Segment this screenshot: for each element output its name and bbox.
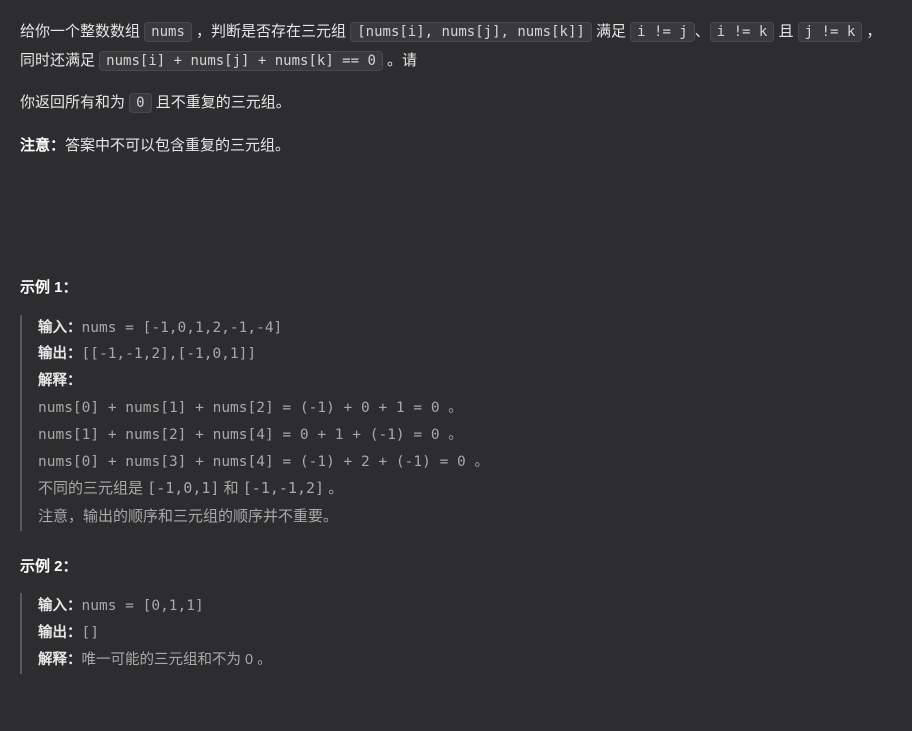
text-segment: 。 [324,480,343,497]
text-segment: 给你一个整数数组 [20,23,144,40]
inline-code: [nums[i], nums[j], nums[k]] [350,22,592,42]
explain-label: 解释： [38,373,82,389]
output-value: [] [82,625,99,641]
example-input-line: 输入：nums = [-1,0,1,2,-1,-4] [38,315,892,342]
problem-paragraph-1: 给你一个整数数组 nums ，判断是否存在三元组 [nums[i], nums[… [20,18,892,75]
spacer [20,174,892,254]
inline-mono: [-1,0,1] [147,479,219,497]
explain-note-2: 注意，输出的顺序和三元组的顺序并不重要。 [38,503,892,531]
example-1-block: 输入：nums = [-1,0,1,2,-1,-4] 输出：[[-1,-1,2]… [20,315,892,531]
text-segment: 、 [695,23,710,40]
text-segment: 。请 [383,52,417,69]
text-segment: 不同的三元组是 [38,480,147,497]
text-segment: ，判断是否存在三元组 [192,23,350,40]
output-value: [[-1,-1,2],[-1,0,1]] [82,346,257,362]
explain-row: nums[1] + nums[2] + nums[4] = 0 + 1 + (-… [38,422,892,449]
problem-paragraph-2: 你返回所有和为 0 且不重复的三元组。 [20,89,892,118]
inline-code: nums [144,22,192,42]
problem-note: 注意：答案中不可以包含重复的三元组。 [20,132,892,161]
example-2-title: 示例 2： [20,553,892,582]
inline-mono: [-1,-1,2] [243,479,324,497]
explain-text: 唯一可能的三元组和不为 0 。 [82,652,272,668]
explain-row: nums[0] + nums[3] + nums[4] = (-1) + 2 +… [38,449,892,476]
note-label: 注意： [20,137,65,154]
output-label: 输出： [38,346,82,362]
example-2-block: 输入：nums = [0,1,1] 输出：[] 解释：唯一可能的三元组和不为 0… [20,593,892,673]
example-output-line: 输出：[] [38,620,892,647]
text-segment: 且不重复的三元组。 [152,94,291,111]
example-explain-line: 解释：唯一可能的三元组和不为 0 。 [38,647,892,674]
input-label: 输入： [38,598,82,614]
inline-code: i != j [630,22,695,42]
input-label: 输入： [38,320,82,336]
explain-row: nums[0] + nums[1] + nums[2] = (-1) + 0 +… [38,395,892,422]
explain-label: 解释： [38,652,82,668]
example-1-title: 示例 1： [20,274,892,303]
input-value: nums = [-1,0,1,2,-1,-4] [82,320,283,336]
output-label: 输出： [38,625,82,641]
example-explain-line: 解释： [38,368,892,395]
inline-code: j != k [798,22,863,42]
text-segment: 且 [774,23,797,40]
text-segment: 满足 [592,23,630,40]
example-input-line: 输入：nums = [0,1,1] [38,593,892,620]
inline-code: i != k [710,22,775,42]
explain-note-1: 不同的三元组是 [-1,0,1] 和 [-1,-1,2] 。 [38,475,892,503]
example-output-line: 输出：[[-1,-1,2],[-1,0,1]] [38,341,892,368]
inline-code: nums[i] + nums[j] + nums[k] == 0 [99,51,383,71]
input-value: nums = [0,1,1] [82,598,204,614]
text-segment: 和 [219,480,242,497]
text-segment: 你返回所有和为 [20,94,129,111]
note-text: 答案中不可以包含重复的三元组。 [65,137,290,154]
inline-code: 0 [129,93,151,113]
